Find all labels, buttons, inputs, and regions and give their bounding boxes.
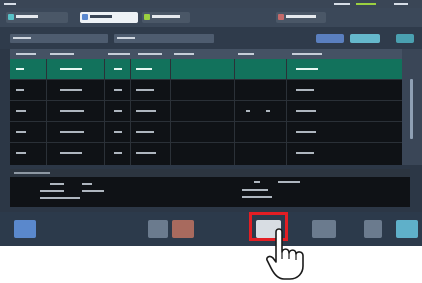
table-cell [114, 131, 122, 133]
detail-text [242, 189, 268, 191]
filter-icon[interactable] [172, 220, 194, 238]
table-cell [114, 89, 122, 91]
table-cell [266, 110, 270, 112]
bottom-toolbar [0, 212, 422, 246]
table-cell [136, 131, 154, 133]
side-scroll-rail[interactable] [402, 49, 422, 165]
table-cell [16, 89, 24, 91]
detail-text [242, 196, 272, 198]
detail-text [40, 197, 80, 199]
column-divider [104, 59, 105, 165]
home-icon[interactable] [14, 220, 36, 238]
filter-bar [0, 27, 422, 49]
refresh-button[interactable] [350, 34, 380, 43]
table-cell [60, 68, 82, 70]
detail-text [40, 190, 64, 192]
table-header [10, 49, 402, 59]
table-row[interactable] [10, 80, 402, 101]
table-cell [296, 152, 314, 154]
search-field[interactable] [10, 34, 108, 43]
table-cell [136, 89, 154, 91]
top-bar [0, 0, 422, 8]
detail-text [50, 183, 64, 185]
pause-icon[interactable] [364, 220, 382, 238]
detail-text [82, 183, 92, 185]
table-cell [16, 131, 26, 133]
table-cell [296, 68, 318, 70]
status-tab-bar [0, 8, 422, 27]
table-cell [16, 152, 26, 154]
search-field-label [13, 37, 31, 39]
table-cell [136, 110, 156, 112]
list-icon[interactable] [148, 220, 168, 238]
column-header[interactable] [16, 53, 36, 55]
table-cell [60, 110, 84, 112]
menu-icon[interactable] [4, 3, 16, 5]
column-divider [130, 59, 131, 165]
next-icon[interactable] [396, 220, 418, 238]
exam-list-table [10, 49, 402, 165]
clock-indicator [394, 3, 408, 5]
tab-selected[interactable] [80, 12, 138, 23]
scroll-handle[interactable] [410, 79, 413, 139]
tab-green[interactable] [142, 12, 190, 23]
table-cell [296, 89, 314, 91]
table-cell [296, 110, 316, 112]
tab-green-label [152, 15, 180, 18]
screen [0, 0, 422, 246]
tab-system[interactable] [276, 12, 326, 23]
column-header[interactable] [50, 53, 74, 55]
table-cell [60, 89, 82, 91]
column-header[interactable] [174, 53, 194, 55]
column-divider [234, 59, 235, 165]
column-header[interactable] [292, 53, 322, 55]
date-filter-label [117, 37, 135, 39]
column-header[interactable] [108, 53, 130, 55]
tab-selected-label [90, 15, 112, 18]
table-row[interactable] [10, 101, 402, 122]
table-cell [16, 110, 26, 112]
table-cell [136, 152, 156, 154]
expand-button[interactable] [396, 34, 414, 43]
table-row-selected[interactable] [10, 59, 402, 80]
selected-tab-icon [82, 14, 88, 20]
tab-status[interactable] [6, 12, 68, 23]
table-cell [114, 152, 122, 154]
column-divider [170, 59, 171, 165]
table-row[interactable] [10, 143, 402, 163]
tab-system-label [286, 15, 316, 18]
detail-text [278, 181, 300, 183]
table-cell [114, 68, 122, 70]
table-cell [246, 110, 250, 112]
hand-pointer-icon [266, 228, 304, 280]
date-filter[interactable] [114, 34, 214, 43]
tab-status-label [16, 15, 38, 18]
green-swatch-icon [144, 14, 150, 20]
detail-panel [10, 169, 410, 207]
detail-text [82, 190, 104, 192]
table-cell [114, 110, 122, 112]
detail-panel-title [14, 172, 50, 174]
column-header[interactable] [238, 53, 254, 55]
filter-button[interactable] [316, 34, 344, 43]
status-indicator [334, 3, 350, 5]
column-divider [46, 59, 47, 165]
table-cell [136, 68, 152, 70]
table-row[interactable] [10, 122, 402, 143]
column-header[interactable] [138, 53, 162, 55]
system-swatch-icon [278, 14, 284, 20]
column-divider [286, 59, 287, 165]
connection-indicator [356, 3, 376, 5]
status-swatch-icon [8, 14, 14, 20]
table-cell [296, 131, 316, 133]
table-cell [60, 152, 82, 154]
table-cell [60, 131, 84, 133]
table-cell [16, 68, 24, 70]
detail-text [254, 181, 260, 183]
detail-panel-header [10, 169, 410, 177]
